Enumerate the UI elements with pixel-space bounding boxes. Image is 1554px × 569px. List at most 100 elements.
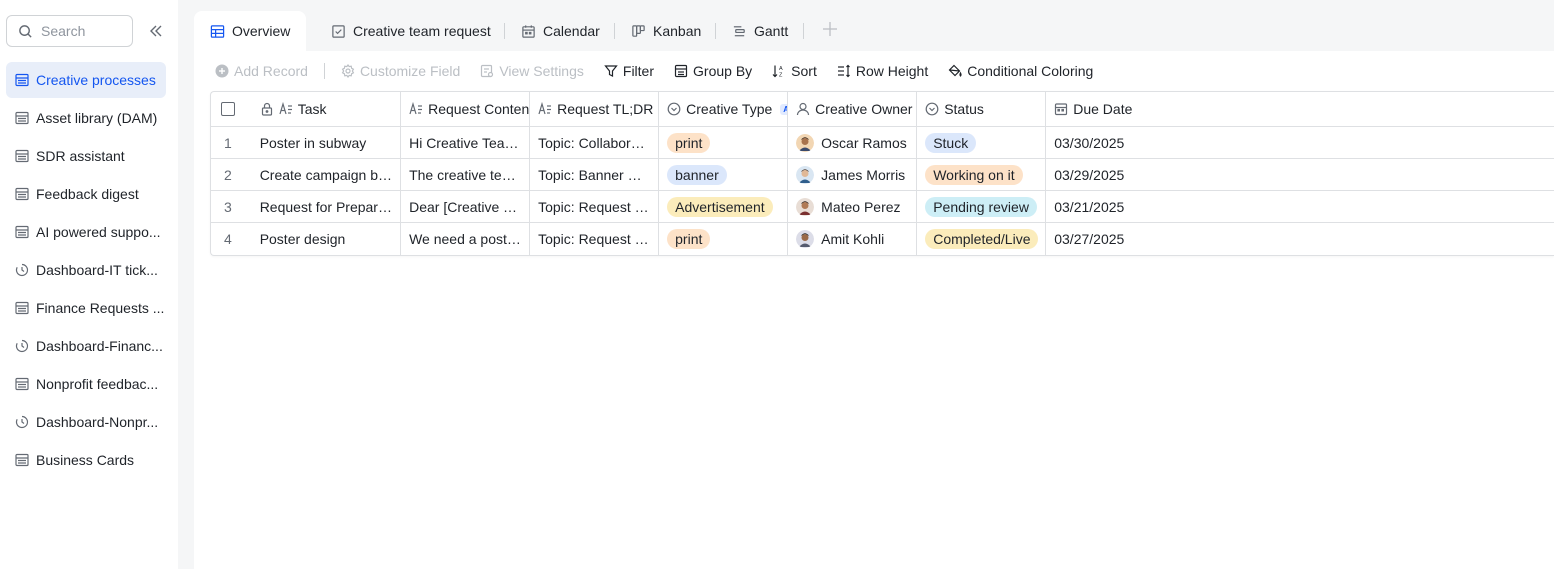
sidebar-item-sdr-assistant[interactable]: SDR assistant <box>6 138 166 174</box>
creative-owner-cell[interactable]: Oscar Ramos <box>788 127 918 158</box>
tab-creative-team-request[interactable]: Creative team request <box>331 11 491 51</box>
table-row[interactable]: 4 Poster design We need a poster desig..… <box>211 223 1554 255</box>
creative-owner-cell[interactable]: Amit Kohli <box>788 223 918 255</box>
creative-owner-cell[interactable]: James Morris <box>788 159 918 190</box>
sidebar-item-label: Dashboard-IT tick... <box>36 262 158 278</box>
request-content-cell[interactable]: Hi Creative Team, I hop... <box>401 127 531 158</box>
due-date-cell[interactable]: 03/30/2025 <box>1046 127 1554 158</box>
sidebar-item-finance-requests[interactable]: Finance Requests ... <box>6 290 166 326</box>
request-tldr-cell[interactable]: Topic: Collaboration Req... <box>530 127 660 158</box>
single-select-icon <box>667 102 681 116</box>
conditional-coloring-label: Conditional Coloring <box>967 63 1094 79</box>
sidebar-item-dashboard-nonprofit[interactable]: Dashboard-Nonpr... <box>6 404 166 440</box>
sidebar-item-asset-library[interactable]: Asset library (DAM) <box>6 100 166 136</box>
tab-calendar[interactable]: Calendar <box>521 11 600 51</box>
creative-owner-cell[interactable]: Mateo Perez <box>788 191 918 222</box>
select-all-cell <box>211 92 245 126</box>
column-header-creative-owner[interactable]: Creative Owner <box>788 92 918 126</box>
status-cell[interactable]: Stuck <box>917 127 1047 158</box>
due-date-cell[interactable]: 03/29/2025 <box>1046 159 1554 190</box>
due-date-cell[interactable]: 03/21/2025 <box>1046 191 1554 222</box>
task-cell[interactable]: Poster in subway <box>245 127 402 158</box>
dashboard-icon <box>15 263 29 277</box>
column-header-request-content[interactable]: Request Content <box>401 92 531 126</box>
request-tldr-text: Topic: Request for Featu... <box>538 198 658 215</box>
due-date-cell[interactable]: 03/27/2025 <box>1046 223 1554 255</box>
creative-type-cell[interactable]: banner <box>659 159 789 190</box>
person-icon <box>797 102 810 116</box>
search-input[interactable]: Search <box>6 15 133 47</box>
sidebar-item-label: Feedback digest <box>36 186 139 202</box>
table-row[interactable]: 2 Create campaign banner The creative te… <box>211 159 1554 191</box>
sort-button[interactable]: AZ Sort <box>772 63 817 79</box>
request-tldr-text: Topic: Request for Poste... <box>538 231 658 247</box>
sidebar-item-label: Nonprofit feedbac... <box>36 376 159 392</box>
tab-overview[interactable]: Overview <box>194 11 307 51</box>
sidebar-item-nonprofit-feedback[interactable]: Nonprofit feedbac... <box>6 366 166 402</box>
column-header-status[interactable]: Status <box>917 92 1047 126</box>
sidebar-item-dashboard-finance[interactable]: Dashboard-Financ... <box>6 328 166 364</box>
task-cell[interactable]: Create campaign banner <box>245 159 402 190</box>
sidebar-item-business-cards[interactable]: Business Cards <box>6 442 166 478</box>
sidebar-item-feedback-digest[interactable]: Feedback digest <box>6 176 166 212</box>
add-record-button[interactable]: Add Record <box>215 63 308 79</box>
creative-type-cell[interactable]: Advertisement <box>659 191 789 222</box>
status-cell[interactable]: Working on it <box>917 159 1047 190</box>
collapse-sidebar-button[interactable] <box>146 21 166 41</box>
kanban-icon <box>632 24 645 37</box>
request-content-text: Dear [Creative Team], I ... <box>409 198 529 215</box>
column-header-task[interactable]: Task <box>245 92 402 126</box>
row-index: 2 <box>223 166 232 183</box>
group-by-button[interactable]: Group By <box>674 63 752 79</box>
request-tldr-cell[interactable]: Topic: Request for Poste... <box>530 223 660 255</box>
creative-type-cell[interactable]: print <box>659 223 789 255</box>
single-select-icon <box>925 102 939 116</box>
customize-field-button[interactable]: Customize Field <box>341 63 460 79</box>
filter-button[interactable]: Filter <box>604 63 654 79</box>
task-text: Poster in subway <box>259 134 367 151</box>
conditional-coloring-button[interactable]: Conditional Coloring <box>948 63 1093 79</box>
table-icon <box>15 301 29 315</box>
plus-icon <box>823 22 837 36</box>
status-cell[interactable]: Pending review <box>917 191 1047 222</box>
tab-gantt[interactable]: Gantt <box>732 11 788 51</box>
request-content-cell[interactable]: The creative team is req... <box>401 159 531 190</box>
grid-view-icon <box>210 24 225 38</box>
svg-text:A: A <box>779 66 783 72</box>
table-row[interactable]: 3 Request for Preparation of N... Dear [… <box>211 191 1554 223</box>
row-height-button[interactable]: Row Height <box>837 63 928 79</box>
task-cell[interactable]: Poster design <box>245 223 402 255</box>
tab-kanban[interactable]: Kanban <box>631 11 701 51</box>
due-date-text: 03/29/2025 <box>1054 166 1125 183</box>
request-tldr-text: Topic: Collaboration Req... <box>538 134 659 151</box>
column-header-request-tldr[interactable]: Request TL;DR AI <box>530 92 660 126</box>
tab-divider <box>803 23 804 39</box>
request-tldr-cell[interactable]: Topic: Request for Featu... <box>530 191 660 222</box>
double-chevron-left-icon <box>150 25 162 37</box>
column-label: Due Date <box>1073 101 1133 117</box>
task-cell[interactable]: Request for Preparation of N... <box>245 191 402 222</box>
owner-name: Mateo Perez <box>821 198 901 215</box>
sidebar-item-dashboard-it[interactable]: Dashboard-IT tick... <box>6 252 166 288</box>
status-badge: Working on it <box>925 164 1023 185</box>
sidebar-item-ai-support[interactable]: AI powered suppo... <box>6 214 166 250</box>
select-all-checkbox[interactable] <box>220 102 235 116</box>
sidebar-item-label: Asset library (DAM) <box>36 110 158 126</box>
sidebar-item-creative-processes[interactable]: Creative processes <box>6 62 166 98</box>
status-cell[interactable]: Completed/Live <box>917 223 1047 255</box>
request-tldr-cell[interactable]: Topic: Banner Creation f... <box>530 159 660 190</box>
column-header-creative-type[interactable]: Creative Type AI <box>659 92 789 126</box>
table-row[interactable]: 1 Poster in subway Hi Creative Team, I h… <box>211 127 1554 159</box>
table-icon <box>15 225 29 239</box>
tab-label: Gantt <box>754 23 789 39</box>
task-text: Create campaign banner <box>259 166 401 183</box>
view-settings-button[interactable]: View Settings <box>480 63 584 79</box>
request-content-cell[interactable]: We need a poster desig... <box>401 223 531 255</box>
column-header-due-date[interactable]: Due Date <box>1046 92 1554 126</box>
paint-bucket-icon <box>948 64 962 77</box>
request-content-cell[interactable]: Dear [Creative Team], I ... <box>401 191 531 222</box>
add-view-button[interactable] <box>822 21 838 41</box>
creative-type-cell[interactable]: print <box>659 127 789 158</box>
table-icon <box>15 149 29 163</box>
avatar <box>796 165 815 184</box>
